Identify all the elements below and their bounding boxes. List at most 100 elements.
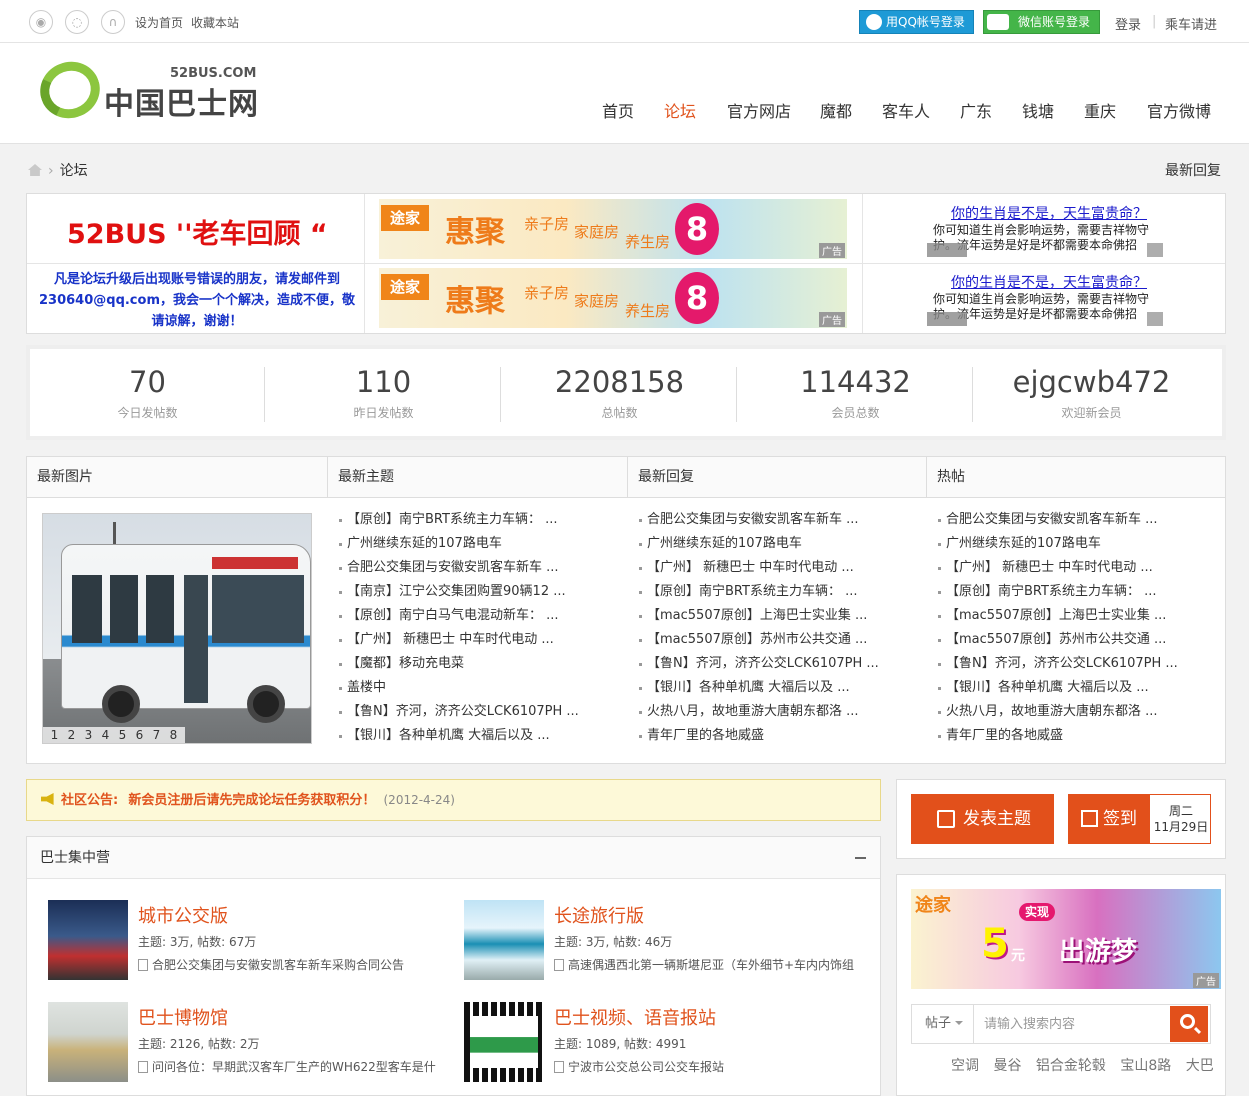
wechat-icon[interactable]: ◌ [65,10,89,34]
list-item[interactable]: 【mac5507原创】上海巴士实业集 ... [936,604,1221,628]
text-ad[interactable]: 你的生肖是不是，天生富贵命？ 你可知道生肖会影响运势，需要吉祥物守护。流年运势是… [927,268,1163,328]
old-bus-review-link[interactable]: 52BUS ''老车回顾 “ [67,212,328,251]
qq-login-button[interactable]: 用QQ帐号登录 [859,10,974,34]
nav-modu[interactable]: 魔都 [820,98,852,122]
text-ad-title[interactable]: 你的生肖是不是，天生富贵命？ [951,272,1147,292]
list-item[interactable]: 【广州】 新穗巴士 中车时代电动 ... [337,628,622,652]
bookmark-link[interactable]: 收藏本站 [191,14,239,31]
forum-name[interactable]: 城市公交版 [138,902,228,928]
post-topic-button[interactable]: 发表主题 [911,794,1054,844]
list-item[interactable]: 【鲁N】齐河，济齐公交LCK6107PH ... [637,652,922,676]
slide-page[interactable]: 3 [80,727,97,743]
search-input[interactable] [984,1014,1164,1034]
list-item[interactable]: 盖楼中 [337,676,622,700]
slide-page[interactable]: 1 [46,727,63,743]
list-item[interactable]: 火热八月，故地重游大唐朝东都洛 ... [936,700,1221,724]
nav-shop[interactable]: 官方网店 [727,98,791,122]
list-item[interactable]: 【鲁N】齐河，济齐公交LCK6107PH ... [337,700,622,724]
nav-qiantang[interactable]: 钱塘 [1022,98,1054,122]
list-item[interactable]: 【魔都】移动充电菜 [337,652,622,676]
last-post-link[interactable]: 合肥公交集团与安徽安凯客车新车采购合同公告 [152,958,404,972]
forum-thumbnail[interactable] [464,900,544,980]
ad-badge [927,243,967,257]
search-button[interactable] [1170,1006,1208,1042]
discount-badge: 8 [675,203,719,255]
forum-stats: 主题: 1089, 帖数: 4991 [554,1037,687,1051]
slide-page[interactable]: 4 [97,727,114,743]
slide-page[interactable]: 7 [148,727,165,743]
set-home-link[interactable]: 设为首页 [135,14,183,31]
list-item[interactable]: 【原创】南宁白马气电混动新车： ... [337,604,622,628]
weibo-icon[interactable]: ◉ [29,10,53,34]
nav-kecheren[interactable]: 客车人 [882,98,930,122]
wechat-login-button[interactable]: 微信账号登录 [983,10,1100,34]
list-item[interactable]: 【原创】南宁BRT系统主力车辆： ... [936,580,1221,604]
hot-keyword[interactable]: 大巴 [1186,1058,1214,1074]
slide-page[interactable]: 5 [114,727,131,743]
list-item[interactable]: 【mac5507原创】苏州市公共交通 ... [936,628,1221,652]
slide-page[interactable]: 8 [165,727,182,743]
check-in-button[interactable]: 签到 周二 11月29日 [1068,794,1211,844]
list-item[interactable]: 【鲁N】齐河，济齐公交LCK6107PH ... [936,652,1221,676]
text-ad-body: 你可知道生肖会影响运势，需要吉祥物守护。流年运势是好是坏都需要本命佛招 [933,223,1150,252]
last-post-link[interactable]: 高速偶遇西北第一辆斯堪尼亚（车外细节+车内内饰组 [568,958,854,972]
stat-value: 114432 [800,365,911,399]
nav-forum[interactable]: 论坛 [664,98,696,122]
forum-thumbnail[interactable] [48,900,128,980]
breadcrumb-forum[interactable]: 论坛 [60,163,88,179]
list-item[interactable]: 【银川】各种单机鹰 大福后以及 ... [637,676,922,700]
list-item[interactable]: 【南京】江宁公交集团购置90辆12 ... [337,580,622,604]
list-item[interactable]: 广州继续东延的107路电车 [936,532,1221,556]
search-type-select[interactable]: 帖子 [912,1005,974,1043]
nav-guangdong[interactable]: 广东 [960,98,992,122]
new-member-link[interactable]: ejgcwb472 [974,365,1209,399]
list-item[interactable]: 【原创】南宁BRT系统主力车辆： ... [337,508,622,532]
slide-page[interactable]: 2 [63,727,80,743]
list-item[interactable]: 合肥公交集团与安徽安凯客车新车 ... [337,556,622,580]
text-ad-title[interactable]: 你的生肖是不是，天生富贵命？ [951,203,1147,223]
forum-name[interactable]: 长途旅行版 [554,902,644,928]
list-item[interactable]: 青年厂里的各地威盛 [637,724,922,748]
home-icon[interactable] [28,164,42,176]
list-item[interactable]: 【广州】 新穗巴士 中车时代电动 ... [936,556,1221,580]
hot-keyword[interactable]: 铝合金轮毂 [1036,1058,1106,1074]
nav-chongqing[interactable]: 重庆 [1084,98,1116,122]
list-item[interactable]: 广州继续东延的107路电车 [337,532,622,556]
list-item[interactable]: 合肥公交集团与安徽安凯客车新车 ... [637,508,922,532]
last-post-link[interactable]: 宁波市公交总公司公交车报站 [568,1060,724,1074]
notice-link[interactable]: 新会员注册后请先完成论坛任务获取积分！ [128,793,375,808]
headset-icon[interactable]: ∩ [101,10,125,34]
list-item[interactable]: 【广州】 新穗巴士 中车时代电动 ... [637,556,922,580]
tujia-side-ad[interactable]: 途家 实现 5 元 出游梦 广告 [911,889,1221,989]
text-ad[interactable]: 你的生肖是不是，天生富贵命？ 你可知道生肖会影响运势，需要吉祥物守护。流年运势是… [927,199,1163,259]
hot-keyword[interactable]: 曼谷 [993,1058,1021,1074]
list-item[interactable]: 火热八月，故地重游大唐朝东都洛 ... [637,700,922,724]
hot-keyword[interactable]: 空调 [951,1058,979,1074]
slide-page[interactable]: 6 [131,727,148,743]
list-item[interactable]: 【银川】各种单机鹰 大福后以及 ... [936,676,1221,700]
register-link[interactable]: 乘车请进 [1165,14,1217,33]
list-item[interactable]: 青年厂里的各地威盛 [936,724,1221,748]
header-hot-posts: 热帖 [927,457,1225,498]
tujia-banner-ad[interactable]: 途家 惠聚 亲子房 家庭房 养生房 8 广告 [379,268,847,328]
collapse-icon[interactable] [855,857,866,859]
forum-thumbnail[interactable] [464,1002,544,1082]
latest-replies-link[interactable]: 最新回复 [1165,160,1221,180]
nav-weibo[interactable]: 官方微博 [1147,98,1211,122]
forum-thumbnail[interactable] [48,1002,128,1082]
tujia-banner-ad[interactable]: 途家 惠聚 亲子房 家庭房 养生房 8 广告 [379,199,847,259]
nav-home[interactable]: 首页 [602,98,634,122]
forum-name[interactable]: 巴士博物馆 [138,1004,228,1030]
list-item[interactable]: 【原创】南宁BRT系统主力车辆： ... [637,580,922,604]
list-item[interactable]: 合肥公交集团与安徽安凯客车新车 ... [936,508,1221,532]
list-item[interactable]: 广州继续东延的107路电车 [637,532,922,556]
list-item[interactable]: 【银川】各种单机鹰 大福后以及 ... [337,724,622,748]
list-item[interactable]: 【mac5507原创】苏州市公共交通 ... [637,628,922,652]
last-post-link[interactable]: 问问各位：早期武汉客车厂生产的WH622型客车是什 [152,1060,436,1074]
list-item[interactable]: 【mac5507原创】上海巴士实业集 ... [637,604,922,628]
forum-stats: 主题: 2126, 帖数: 2万 [138,1037,260,1051]
login-link[interactable]: 登录 [1115,14,1141,33]
forum-name[interactable]: 巴士视频、语音报站 [554,1004,716,1030]
latest-photo-slide[interactable]: 12345678 [42,513,312,744]
hot-keyword[interactable]: 宝山8路 [1120,1058,1171,1074]
